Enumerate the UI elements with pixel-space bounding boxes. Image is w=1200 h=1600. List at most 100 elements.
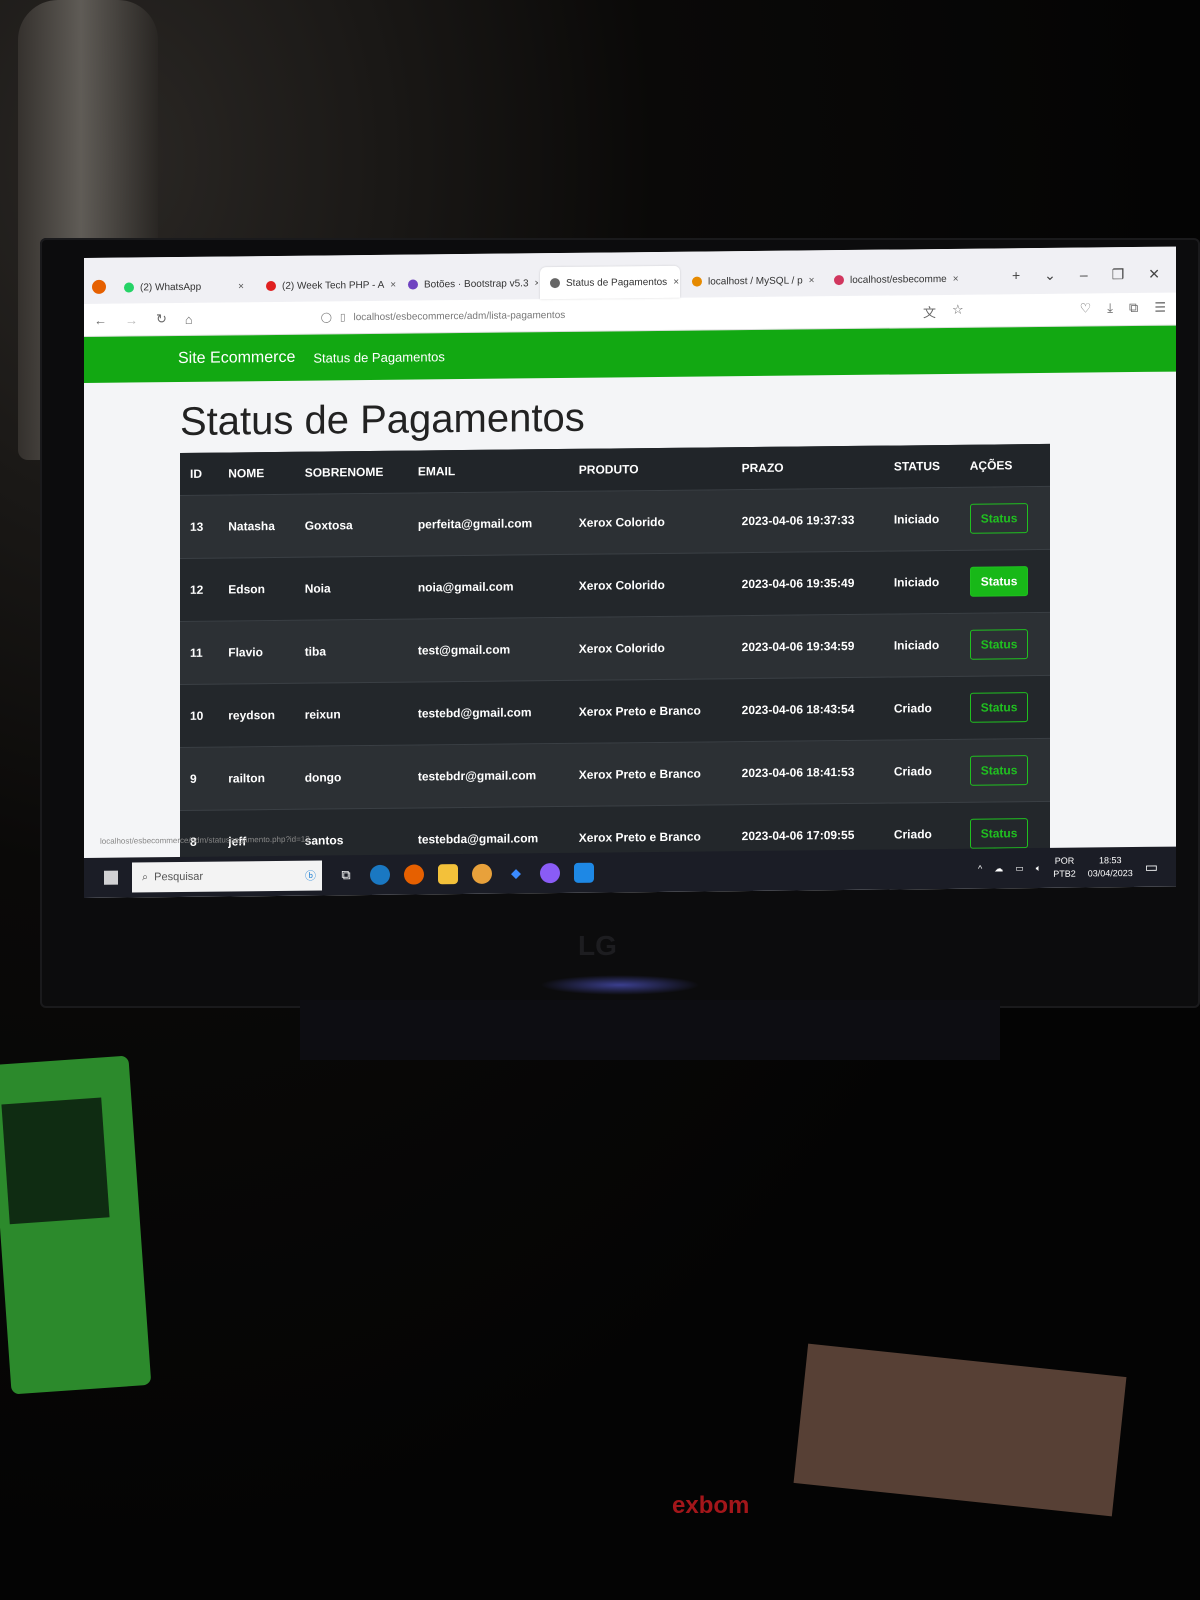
cell-nome: railton [218, 746, 295, 811]
monitor-power-glow [540, 975, 700, 995]
notifications-icon[interactable]: ▭ [1145, 858, 1158, 875]
cell-status: Criado [883, 739, 960, 804]
tray-expand-icon[interactable]: ^ [978, 864, 982, 874]
monitor-brand-logo: LG [578, 930, 617, 961]
network-icon[interactable]: ▭ [1015, 863, 1024, 874]
translate-icon[interactable]: 文 [923, 302, 936, 321]
close-tab-icon[interactable]: × [953, 273, 959, 284]
firefox-menu-icon[interactable] [92, 279, 106, 294]
people-icon[interactable] [472, 863, 492, 884]
cell-acoes: Status [959, 612, 1050, 677]
status-button[interactable]: Status [969, 566, 1029, 597]
bootstrap-icon [408, 279, 418, 290]
column-header: NOME [218, 451, 295, 496]
cell-id: 13 [180, 495, 219, 559]
onedrive-icon[interactable]: ☁ [994, 863, 1003, 874]
cell-sobrenome: Goxtosa [294, 493, 408, 558]
cell-acoes: Status [959, 675, 1050, 740]
cell-nome: Flavio [218, 620, 295, 685]
browser-tab[interactable]: localhost / MySQL / p × [682, 264, 822, 297]
dropbox-icon[interactable]: ◆ [506, 863, 526, 883]
cell-prazo: 2023-04-06 19:37:33 [731, 488, 884, 553]
screen: (2) WhatsApp × (2) Week Tech PHP - A × Botõe… [84, 246, 1176, 898]
minimize-icon[interactable]: – [1080, 266, 1088, 283]
forward-icon[interactable]: → [125, 312, 138, 327]
taskbar-search-input[interactable]: ⌕ Pesquisar ⓑ [132, 860, 322, 893]
back-icon[interactable]: ← [94, 312, 107, 327]
cell-produto: Xerox Colorido [568, 615, 732, 681]
status-button[interactable]: Status [969, 629, 1029, 660]
cell-id: 9 [180, 747, 219, 811]
browser-tab[interactable]: (2) Week Tech PHP - A × [256, 269, 396, 302]
column-header: PRAZO [731, 445, 884, 490]
close-tab-icon[interactable]: × [673, 276, 679, 287]
column-header: EMAIL [407, 448, 569, 494]
home-icon[interactable]: ⌂ [185, 311, 193, 326]
window-controls: + ⌄ – ❐ ✕ [996, 266, 1176, 295]
close-tab-icon[interactable]: × [535, 278, 538, 289]
close-tab-icon[interactable]: × [238, 281, 244, 292]
keyboard-brand-logo: exbom [672, 1492, 750, 1519]
table-row: 12 Edson Noia noia@gmail.com Xerox Colorido 2… [180, 549, 1050, 622]
table-row: 10 reydson reixun testebd@gmail.com Xerox Pr… [180, 675, 1050, 748]
cell-acoes: Status [959, 549, 1050, 614]
task-view-icon[interactable]: ⧉ [336, 865, 356, 885]
cell-acoes: Status [959, 738, 1050, 803]
address-bar[interactable]: ◯ ▯ localhost/esbecommerce/adm/lista-pag… [321, 309, 566, 323]
youtube-icon [266, 280, 276, 292]
site-brand[interactable]: Site Ecommerce [178, 349, 295, 368]
page-icon [550, 278, 560, 289]
url-text: localhost/esbecommerce/adm/lista-pagamen… [353, 309, 566, 323]
restore-icon[interactable]: ❐ [1112, 266, 1125, 283]
vscode-icon[interactable] [574, 862, 594, 883]
close-window-icon[interactable]: ✕ [1148, 266, 1160, 283]
cell-email: testebd@gmail.com [407, 680, 569, 746]
cell-sobrenome: dongo [294, 745, 408, 810]
bing-icon[interactable]: ⓑ [305, 868, 316, 884]
keyboard-layout: PTB2 [1053, 868, 1076, 879]
close-tab-icon[interactable]: × [390, 279, 396, 290]
column-header: STATUS [883, 444, 960, 489]
tab-list-icon[interactable]: ⌄ [1044, 267, 1056, 284]
extensions-icon[interactable]: ⧉ [1129, 299, 1138, 318]
windows-start-icon[interactable] [104, 870, 118, 885]
browser-tab[interactable]: Botões · Bootstrap v5.3 × [398, 267, 538, 300]
firefox-icon[interactable] [404, 864, 424, 885]
close-tab-icon[interactable]: × [809, 275, 815, 286]
browser-tab[interactable]: localhost/esbecomme × [824, 263, 964, 296]
volume-icon[interactable]: 🔈︎ [1036, 862, 1041, 873]
pocket-icon[interactable]: ♡ [1080, 300, 1092, 319]
cell-sobrenome: tiba [294, 619, 408, 684]
status-button[interactable]: Status [969, 755, 1029, 786]
cell-produto: Xerox Colorido [568, 552, 732, 618]
cell-status: Iniciado [883, 613, 960, 678]
language-indicator[interactable]: POR PTB2 [1053, 855, 1076, 881]
downloads-icon[interactable]: ⤓ [1107, 300, 1113, 319]
clock[interactable]: 18:53 03/04/2023 [1088, 854, 1133, 880]
nav-link-status-pagamentos[interactable]: Status de Pagamentos [313, 349, 445, 365]
search-placeholder: Pesquisar [154, 870, 204, 884]
cell-sobrenome: Noia [294, 556, 408, 621]
status-button[interactable]: Status [969, 503, 1029, 534]
menu-icon[interactable]: ☰ [1154, 299, 1166, 318]
reload-icon[interactable]: ↻ [156, 311, 167, 327]
github-icon[interactable] [540, 863, 560, 884]
app-icon [834, 275, 844, 286]
browser-tab[interactable]: Status de Pagamentos × [540, 265, 680, 300]
cell-sobrenome: reixun [294, 682, 408, 747]
table-row: 9 railton dongo testebdr@gmail.com Xerox Pre… [180, 738, 1050, 811]
new-tab-icon[interactable]: + [1012, 267, 1020, 284]
table-row: 11 Flavio tiba test@gmail.com Xerox Colorido… [180, 612, 1050, 685]
file-explorer-icon[interactable] [438, 864, 458, 885]
cell-prazo: 2023-04-06 18:43:54 [731, 677, 884, 742]
tab-label: (2) Week Tech PHP - A [282, 279, 385, 292]
bookmark-star-icon[interactable]: ☆ [952, 301, 964, 320]
status-button[interactable]: Status [969, 818, 1029, 849]
status-button[interactable]: Status [969, 692, 1029, 723]
tab-label: localhost/esbecomme [850, 273, 947, 286]
browser-tab[interactable]: (2) WhatsApp × [114, 270, 254, 303]
page-icon: ▯ [339, 311, 346, 323]
page-title: Status de Pagamentos [180, 395, 585, 444]
edge-icon[interactable] [370, 864, 390, 886]
cell-nome: Edson [218, 557, 295, 622]
